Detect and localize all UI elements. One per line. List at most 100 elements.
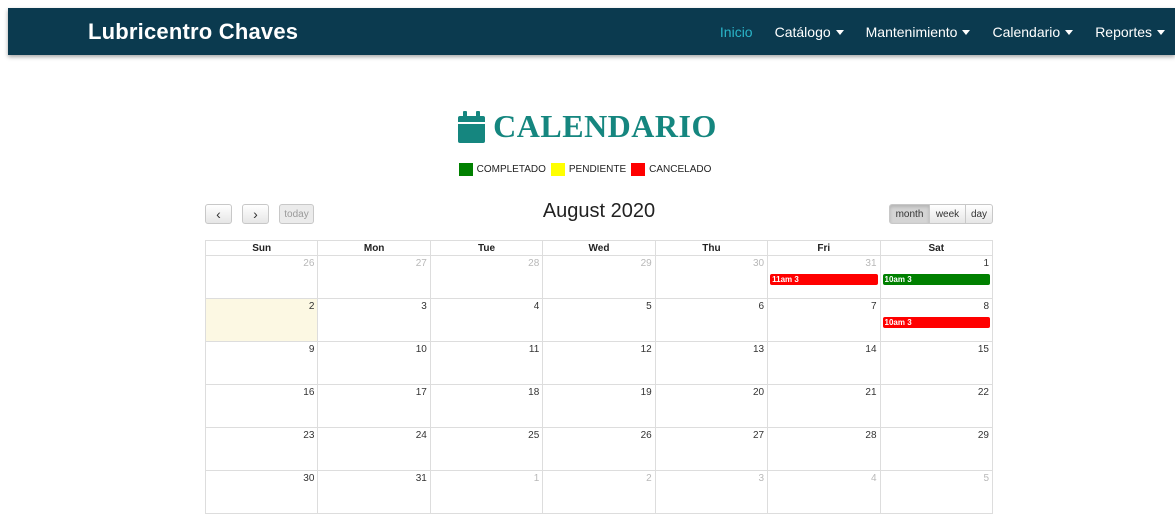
- day-number: 27: [415, 258, 427, 269]
- day-number: 26: [640, 430, 652, 441]
- legend-swatch-pendiente: [550, 163, 565, 176]
- calendar-day-cell[interactable]: 5: [542, 298, 656, 342]
- calendar-day-cell[interactable]: 3: [317, 298, 431, 342]
- calendar-day-cell[interactable]: 9: [204, 341, 319, 385]
- day-number: 14: [865, 344, 877, 355]
- calendar-day-cell[interactable]: 18: [429, 384, 544, 428]
- calendar-day-cell[interactable]: 12: [542, 341, 656, 385]
- chevron-left-icon: ‹: [216, 206, 221, 222]
- calendar-day-cell[interactable]: 28: [429, 255, 544, 299]
- calendar-day-cell[interactable]: 2: [204, 298, 319, 342]
- nav-item-mantenimiento[interactable]: Mantenimiento: [866, 24, 971, 40]
- calendar-day-cell[interactable]: 10: [317, 341, 431, 385]
- day-number: 21: [865, 387, 877, 398]
- prev-month-button[interactable]: ‹: [205, 204, 232, 224]
- weekday-header: Tue: [429, 240, 544, 256]
- calendar-day-cell[interactable]: 30: [654, 255, 769, 299]
- nav-item-reportes[interactable]: Reportes: [1095, 24, 1165, 40]
- calendar-day-cell[interactable]: 11: [429, 341, 544, 385]
- day-number: 6: [758, 301, 765, 312]
- day-number: 12: [640, 344, 652, 355]
- nav-item-label: Mantenimiento: [865, 23, 958, 40]
- day-view-button[interactable]: day: [965, 204, 993, 224]
- nav-item-label: Catálogo: [774, 23, 831, 40]
- day-number: 20: [752, 387, 765, 398]
- day-number: 28: [528, 258, 540, 269]
- day-number: 17: [415, 387, 427, 398]
- day-number: 11: [528, 344, 540, 355]
- calendar-day-cell[interactable]: 1: [429, 470, 544, 514]
- day-number: 3: [421, 301, 427, 312]
- calendar-day-cell[interactable]: 29: [879, 427, 994, 471]
- day-number: 8: [983, 301, 989, 312]
- calendar-week-row: 30 31 1 2 3 4 5: [204, 470, 994, 514]
- calendar-event[interactable]: 10am 3: [882, 274, 990, 285]
- calendar-day-cell[interactable]: 7: [767, 298, 881, 342]
- day-number: 3: [758, 473, 765, 484]
- calendar-day-cell[interactable]: 20: [654, 384, 769, 428]
- day-number: 1: [983, 258, 989, 269]
- day-number: 15: [977, 344, 989, 355]
- calendar-day-cell[interactable]: 31: [317, 470, 431, 514]
- calendar-day-cell[interactable]: 16: [204, 384, 319, 428]
- calendar-day-cell[interactable]: 19: [542, 384, 656, 428]
- day-number: 30: [303, 473, 315, 484]
- caret-down-icon: [1157, 30, 1165, 35]
- calendar-day-cell[interactable]: 2: [542, 470, 656, 514]
- day-number: 10: [415, 344, 427, 355]
- calendar-day-cell[interactable]: 15: [879, 341, 994, 385]
- calendar-day-cell[interactable]: 23: [204, 427, 319, 471]
- day-number: 25: [528, 430, 540, 441]
- calendar-day-cell[interactable]: 14: [767, 341, 881, 385]
- month-view-button[interactable]: month: [889, 204, 930, 224]
- nav-item-inicio[interactable]: Inicio: [720, 24, 753, 40]
- calendar-day-cell[interactable]: 3: [654, 470, 769, 514]
- calendar-day-cell[interactable]: 30: [204, 470, 319, 514]
- calendar-day-cell[interactable]: 4: [767, 470, 881, 514]
- day-number: 26: [303, 258, 315, 269]
- calendar-week-row: 23 24 25 26 27 28 29: [204, 427, 994, 471]
- nav-item-catalogo[interactable]: Catálogo: [775, 24, 844, 40]
- day-number: 2: [646, 473, 652, 484]
- calendar-day-cell[interactable]: 8 10am 3: [879, 298, 994, 342]
- calendar-day-cell[interactable]: 29: [542, 255, 656, 299]
- weekday-header: Sat: [879, 240, 994, 256]
- calendar-day-cell[interactable]: 17: [317, 384, 431, 428]
- nav-item-calendario[interactable]: Calendario: [992, 24, 1074, 40]
- nav-menu: Inicio Catálogo Mantenimiento Calendario…: [698, 8, 1165, 55]
- calendar-event[interactable]: 10am 3: [882, 317, 990, 328]
- week-view-button[interactable]: week: [929, 204, 966, 224]
- day-number: 4: [870, 473, 877, 484]
- weekday-header: Fri: [767, 240, 881, 256]
- day-number: 31: [415, 473, 427, 484]
- brand-logo-text[interactable]: Lubricentro Chaves: [88, 19, 298, 45]
- day-number: 18: [528, 387, 540, 398]
- day-number: 4: [533, 301, 540, 312]
- month-calendar-grid: Sun Mon Tue Wed Thu Fri Sat 26 27 28 29 30 31…: [204, 240, 994, 514]
- calendar-day-cell[interactable]: 1 10am 3: [879, 255, 994, 299]
- calendar-day-cell[interactable]: 6: [654, 298, 769, 342]
- next-month-button[interactable]: ›: [242, 204, 269, 224]
- calendar-day-cell[interactable]: 21: [767, 384, 881, 428]
- calendar-day-cell[interactable]: 25: [429, 427, 544, 471]
- legend-swatch-cancelado: [631, 163, 646, 176]
- calendar-day-cell[interactable]: 13: [654, 341, 769, 385]
- today-button[interactable]: today: [279, 204, 314, 224]
- calendar-day-cell[interactable]: 27: [317, 255, 431, 299]
- weekday-header-row: Sun Mon Tue Wed Thu Fri Sat: [204, 240, 994, 256]
- calendar-day-cell[interactable]: 31 11am 3: [767, 255, 881, 299]
- calendar-day-cell[interactable]: 22: [879, 384, 994, 428]
- calendar-day-cell[interactable]: 24: [317, 427, 431, 471]
- navbar: Lubricentro Chaves Inicio Catálogo Mante…: [8, 8, 1175, 55]
- calendar-day-cell[interactable]: 4: [429, 298, 544, 342]
- calendar-day-cell[interactable]: 27: [654, 427, 769, 471]
- calendar-week-row: 26 27 28 29 30 31 11am 3 1 10am 3: [204, 255, 994, 299]
- day-number: 27: [752, 430, 765, 441]
- nav-item-label: Inicio: [719, 23, 753, 40]
- calendar-day-cell[interactable]: 26: [542, 427, 656, 471]
- calendar-day-cell[interactable]: 26: [204, 255, 319, 299]
- day-number: 22: [977, 387, 989, 398]
- calendar-day-cell[interactable]: 28: [767, 427, 881, 471]
- calendar-event[interactable]: 11am 3: [770, 274, 878, 285]
- calendar-day-cell[interactable]: 5: [879, 470, 994, 514]
